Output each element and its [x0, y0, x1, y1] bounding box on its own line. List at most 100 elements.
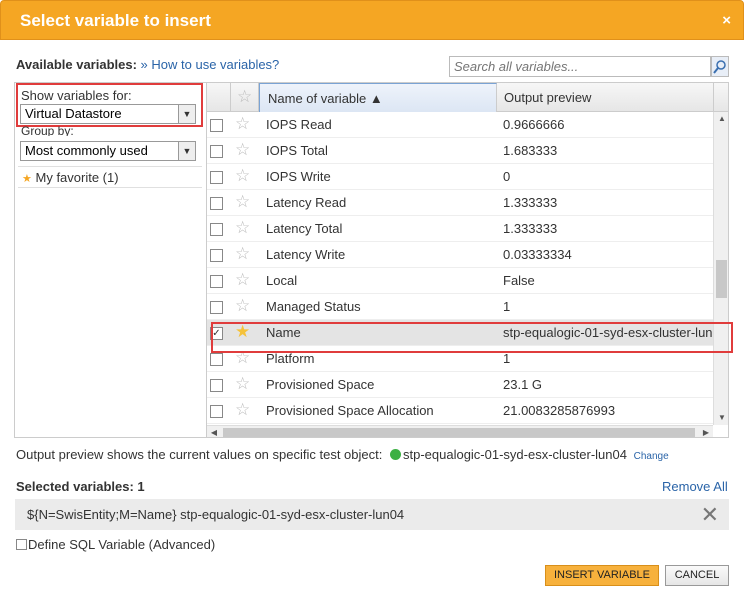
define-sql-variable-checkbox[interactable]: Define SQL Variable (Advanced): [16, 537, 215, 552]
row-checkbox[interactable]: [210, 353, 223, 366]
variable-preview: 0: [503, 169, 511, 184]
row-checkbox[interactable]: [210, 275, 223, 288]
star-outline-icon[interactable]: ☆: [235, 167, 250, 185]
row-checkbox[interactable]: [210, 249, 223, 262]
variable-name: Managed Status: [266, 299, 361, 314]
variable-preview: 23.1 G: [503, 377, 543, 392]
show-variables-select[interactable]: Virtual Datastore ▼: [20, 104, 196, 124]
available-variables-header: Available variables: » How to use variab…: [16, 57, 279, 72]
horizontal-scroll-thumb[interactable]: [223, 428, 695, 437]
row-checkbox[interactable]: [210, 171, 223, 184]
row-checkbox[interactable]: [210, 405, 223, 418]
star-outline-icon[interactable]: ☆: [235, 297, 250, 315]
scroll-left-icon[interactable]: ◀: [207, 426, 221, 437]
variable-name: IOPS Write: [266, 169, 331, 184]
horizontal-scrollbar[interactable]: ◀ ▶: [207, 425, 713, 437]
row-checkbox[interactable]: [210, 301, 223, 314]
variable-name: Local: [266, 273, 298, 288]
variable-name: Latency Total: [266, 221, 343, 236]
show-variables-label: Show variables for:: [21, 88, 132, 103]
row-checkbox[interactable]: [210, 197, 223, 210]
insert-variable-button[interactable]: INSERT VARIABLE: [545, 565, 659, 586]
output-preview-text: Output preview shows the current values …: [16, 447, 383, 462]
test-object-name: stp-equalogic-01-syd-esx-cluster-lun04: [402, 447, 627, 462]
scroll-up-icon[interactable]: ▲: [714, 112, 728, 126]
table-row[interactable]: ☆ Provisioned Space Allocation 21.00832858…: [207, 398, 713, 424]
variables-table: ☆ Name of variable ▲ Output preview ☆ IOP…: [206, 82, 729, 438]
star-outline-icon[interactable]: ☆: [235, 219, 250, 237]
star-icon: ★: [22, 173, 32, 185]
row-checkbox[interactable]: [210, 223, 223, 236]
favorite-group-item[interactable]: ★ My favorite (1): [18, 166, 202, 188]
scroll-thumb[interactable]: [716, 260, 727, 298]
variable-preview: 1.683333: [503, 143, 558, 158]
output-preview-note: Output preview shows the current values …: [16, 447, 669, 462]
table-row[interactable]: ☆ Latency Total 1.333333: [207, 216, 713, 242]
table-row[interactable]: ☆ Provisioned Space 23.1 G: [207, 372, 713, 398]
variable-preview: 1: [503, 299, 511, 314]
variable-name: Latency Write: [266, 247, 346, 262]
how-to-use-variables-link[interactable]: » How to use variables?: [141, 57, 280, 72]
star-outline-icon[interactable]: ☆: [235, 375, 250, 393]
variable-name: Provisioned Space: [266, 377, 375, 392]
chevron-down-icon: ▼: [178, 142, 195, 160]
variable-name: IOPS Read: [266, 117, 332, 132]
define-sql-variable-label: Define SQL Variable (Advanced): [28, 537, 216, 552]
vertical-scrollbar[interactable]: ▲ ▼: [713, 112, 728, 425]
star-outline-icon[interactable]: ☆: [235, 193, 250, 211]
search-box: [449, 56, 711, 77]
group-by-value: Most commonly used: [25, 143, 148, 158]
star-outline-icon[interactable]: ☆: [235, 245, 250, 263]
column-header-preview[interactable]: Output preview: [496, 83, 714, 112]
group-by-select[interactable]: Most commonly used ▼: [20, 141, 196, 161]
star-outline-icon[interactable]: ☆: [235, 271, 250, 289]
star-outline-icon[interactable]: ☆: [235, 141, 250, 159]
chevron-down-icon: ▼: [178, 105, 195, 123]
available-variables-label: Available variables:: [16, 57, 137, 72]
close-icon[interactable]: ×: [722, 12, 731, 29]
variable-name: Provisioned Space Allocation: [266, 403, 434, 418]
table-row[interactable]: ☆ Local False: [207, 268, 713, 294]
table-row[interactable]: ☆ Managed Status 1: [207, 294, 713, 320]
favorite-group-label: My favorite (1): [35, 170, 119, 185]
remove-all-link[interactable]: Remove All: [662, 479, 728, 494]
search-input[interactable]: [450, 57, 710, 76]
column-header-name[interactable]: Name of variable ▲: [259, 83, 497, 112]
variable-preview: 21.0083285876993: [503, 403, 616, 418]
variable-name: Platform: [266, 351, 315, 366]
variable-preview: False: [503, 273, 535, 288]
star-outline-icon: ☆: [237, 87, 253, 106]
remove-icon[interactable]: ✕: [701, 502, 719, 528]
scroll-down-icon[interactable]: ▼: [714, 411, 728, 425]
dialog-title: Select variable to insert: [20, 11, 211, 30]
star-outline-icon[interactable]: ☆: [235, 115, 250, 133]
table-row[interactable]: ☆ IOPS Read 0.9666666: [207, 112, 713, 138]
table-row[interactable]: ☆ Latency Read 1.333333: [207, 190, 713, 216]
row-checkbox[interactable]: [210, 119, 223, 132]
group-by-label: Group by:: [21, 125, 74, 136]
variable-name: Latency Read: [266, 195, 347, 210]
variable-preview: 0.9666666: [503, 117, 565, 132]
dialog-titlebar: Select variable to insert ×: [0, 0, 744, 40]
table-row[interactable]: ☆ IOPS Write 0: [207, 164, 713, 190]
status-up-icon: [389, 449, 401, 460]
variable-preview: 1: [503, 351, 511, 366]
variable-name: IOPS Total: [266, 143, 328, 158]
table-row[interactable]: ☆ IOPS Total 1.683333: [207, 138, 713, 164]
change-test-object-link[interactable]: Change: [634, 451, 669, 462]
table-row[interactable]: ☆ Latency Write 0.03333334: [207, 242, 713, 268]
show-variables-value: Virtual Datastore: [25, 106, 122, 121]
row-checkbox[interactable]: [210, 379, 223, 392]
scroll-right-icon[interactable]: ▶: [699, 426, 713, 437]
checkbox-icon: [16, 539, 27, 550]
star-outline-icon[interactable]: ☆: [235, 401, 250, 419]
selected-variable-text: ${N=SwisEntity;M=Name} stp-equalogic-01-…: [27, 507, 405, 522]
search-button[interactable]: [711, 56, 729, 77]
header-checkbox-column: [207, 83, 231, 112]
row-checkbox[interactable]: [210, 145, 223, 158]
table-header: ☆ Name of variable ▲ Output preview: [207, 83, 728, 112]
cancel-button[interactable]: CANCEL: [665, 565, 729, 586]
header-favorite-column[interactable]: ☆: [231, 83, 259, 112]
selected-variables-label: Selected variables: 1: [16, 479, 145, 494]
name-row-highlight: [211, 322, 733, 353]
